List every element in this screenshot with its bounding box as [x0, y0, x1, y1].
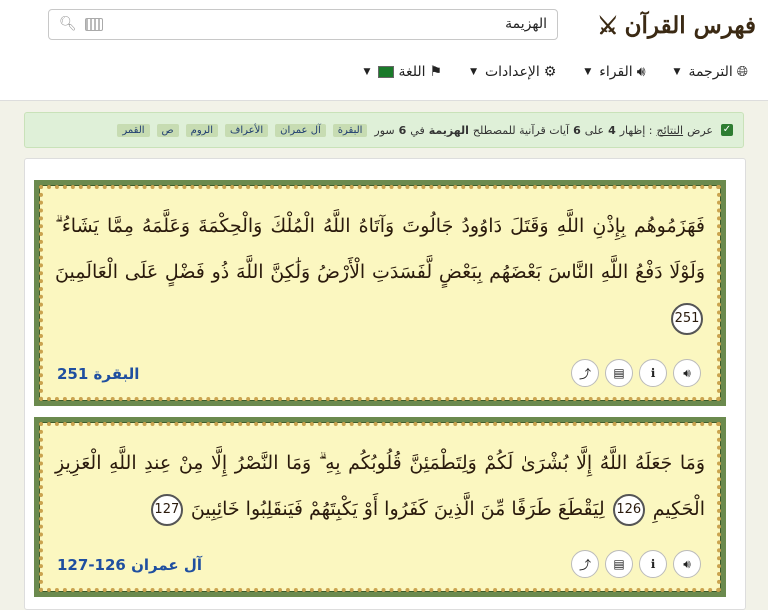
notice-prefix: عرض — [687, 123, 713, 137]
verse-number: 127 — [150, 494, 183, 526]
total-count: 6 — [573, 123, 581, 137]
results-notice: ✓ عرض النتائج : إظهار 4 على 6 آيات قرآني… — [24, 112, 744, 148]
menu-translation-label: الترجمة — [688, 64, 733, 80]
flag-icon: ⚑ — [429, 64, 443, 80]
menu-language[interactable]: ⚑ اللغة ▼ — [364, 64, 443, 80]
check-icon: ✓ — [721, 124, 733, 136]
verse-number: 126 — [612, 494, 645, 526]
menu-reciters-label: القراء — [599, 64, 633, 80]
notice-in: في — [410, 123, 425, 137]
logo-text: فهرس القرآن — [624, 11, 756, 39]
verse-text-body: فَهَزَمُوهُم بِإِذْنِ اللَّهِ وَقَتَلَ د… — [55, 215, 705, 283]
surah-tag[interactable]: الأعراف — [225, 123, 269, 137]
pdf-icon[interactable]: ▤ — [605, 550, 633, 578]
info-icon[interactable]: ℹ — [639, 550, 667, 578]
verse-text: فَهَزَمُوهُم بِإِذْنِ اللَّهِ وَقَتَلَ د… — [55, 203, 705, 341]
caret-down-icon: ▼ — [584, 67, 592, 77]
surah-tag[interactable]: القمر — [117, 123, 150, 137]
gear-icon: ⚙ — [543, 64, 557, 80]
search-box[interactable]: الهزيمة 🔍︎ — [48, 9, 558, 40]
surah-tag[interactable]: آل عمران — [275, 123, 326, 137]
caret-down-icon: ▼ — [470, 67, 477, 77]
verse-number: 251 — [671, 303, 703, 335]
surah-count: 6 — [398, 123, 407, 137]
results-panel: فَهَزَمُوهُم بِإِذْنِ اللَّهِ وَقَتَلَ د… — [24, 158, 746, 610]
search-icon[interactable]: 🔍︎ — [59, 16, 77, 32]
main-menu: 🌐︎ الترجمة ▼ 🔊︎ القراء ▼ ⚙ الإعدادات ▼ ⚑… — [364, 64, 748, 80]
search-term: الهزيمة — [428, 123, 469, 137]
pdf-icon[interactable]: ▤ — [605, 359, 633, 387]
menu-settings[interactable]: ⚙ الإعدادات ▼ — [470, 64, 556, 80]
surah-tag[interactable]: الروم — [185, 123, 218, 137]
menu-settings-label: الإعدادات — [484, 64, 540, 80]
globe-icon: 🌐︎ — [736, 64, 748, 80]
saudi-flag-icon — [378, 66, 395, 78]
search-input[interactable]: الهزيمة — [505, 16, 547, 32]
notice-surah-word: سور — [374, 123, 395, 137]
header: فهرس القرآن ⚔ الهزيمة 🔍︎ 🌐︎ الترجمة ▼ 🔊︎… — [0, 0, 768, 101]
surah-tag[interactable]: ص — [156, 123, 179, 137]
notice-tail: آيات قرآنية للمصطلح — [472, 123, 570, 137]
menu-reciters[interactable]: 🔊︎ القراء ▼ — [584, 64, 645, 80]
verse-reference[interactable]: البقرة 251 — [57, 365, 139, 383]
share-icon[interactable]: ⤴ — [571, 550, 599, 578]
verse-text-body: لِيَقْطَعَ طَرَفًا مِّنَ الَّذِينَ كَفَر… — [190, 498, 605, 520]
verse-card: فَهَزَمُوهُم بِإِذْنِ اللَّهِ وَقَتَلَ د… — [34, 180, 726, 406]
caret-down-icon: ▼ — [363, 67, 371, 77]
verse-text: وَمَا جَعَلَهُ اللَّهُ إِلَّا بُشْرَىٰ ل… — [55, 440, 705, 532]
shown-count: 4 — [608, 123, 616, 137]
caret-down-icon: ▼ — [673, 67, 681, 77]
surah-tag[interactable]: البقرة — [332, 123, 368, 137]
info-icon[interactable]: ℹ — [639, 359, 667, 387]
site-logo[interactable]: فهرس القرآن ⚔ — [597, 8, 756, 42]
notice-sentence: : إظهار — [619, 123, 653, 137]
verse-tools: 🔊︎ ℹ ▤ ⤴ — [571, 359, 701, 387]
crossed-swords-icon: ⚔ — [597, 10, 619, 40]
verse-tools: 🔊︎ ℹ ▤ ⤴ — [571, 550, 701, 578]
verse-reference[interactable]: آل عمران 126-127 — [57, 556, 202, 574]
audio-icon[interactable]: 🔊︎ — [673, 359, 701, 387]
keyboard-icon[interactable] — [85, 18, 103, 31]
audio-icon[interactable]: 🔊︎ — [673, 550, 701, 578]
menu-translation[interactable]: 🌐︎ الترجمة ▼ — [674, 64, 748, 80]
share-icon[interactable]: ⤴ — [571, 359, 599, 387]
verse-card: وَمَا جَعَلَهُ اللَّهُ إِلَّا بُشْرَىٰ ل… — [34, 417, 726, 597]
menu-language-label: اللغة — [398, 64, 426, 80]
results-link[interactable]: النتائج — [657, 124, 684, 137]
speaker-icon: 🔊︎ — [636, 64, 646, 80]
notice-of: على — [584, 123, 605, 137]
